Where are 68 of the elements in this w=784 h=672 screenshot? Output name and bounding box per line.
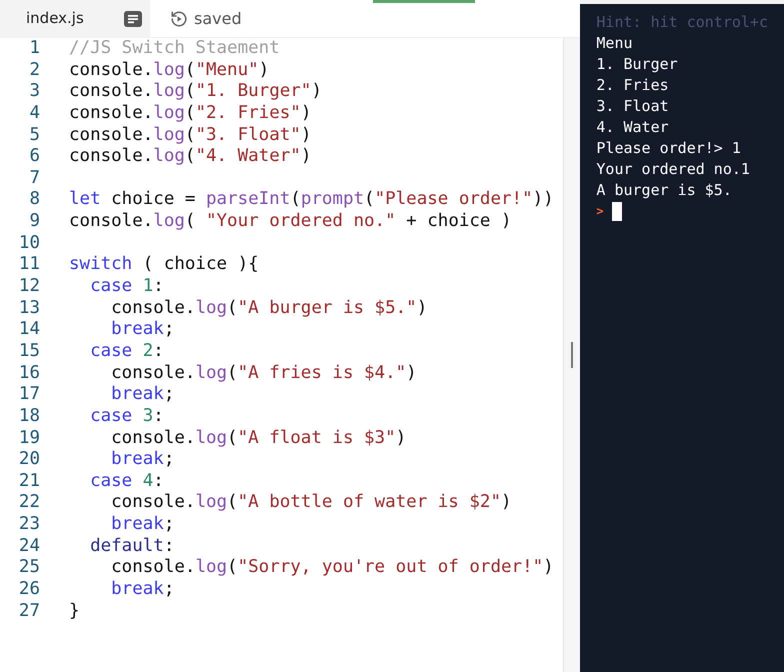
console-output-line: 4. Water xyxy=(596,117,670,138)
console-output-line: 3. Float xyxy=(596,96,670,117)
console-hint: Hint: hit control+c xyxy=(596,12,768,33)
code-line: console.log( "Your ordered no." + choice ) xyxy=(69,211,512,233)
line-number: 7 xyxy=(28,168,40,190)
text-cursor xyxy=(612,202,622,221)
line-number: 10 xyxy=(18,232,40,254)
line-number: 9 xyxy=(28,211,40,233)
code-line: console.log("3. Float") xyxy=(69,124,312,146)
code-line: break; xyxy=(110,384,174,406)
line-number: 11 xyxy=(18,254,40,276)
line-number: 18 xyxy=(18,406,40,428)
console-output-line: Menu xyxy=(596,33,634,54)
code-line: switch ( choice ){ xyxy=(69,254,259,276)
line-number: 12 xyxy=(18,276,40,298)
file-tab[interactable]: index.js xyxy=(0,0,150,37)
line-number: 19 xyxy=(18,428,40,450)
code-line: console.log("1. Burger") xyxy=(69,81,322,103)
code-line: console.log("Sorry, you're out of order!") xyxy=(110,557,554,580)
code-line: break; xyxy=(110,449,174,471)
code-line: console.log("A burger is $5.") xyxy=(110,298,428,320)
code-line: break; xyxy=(110,579,174,601)
code-line: case 4: xyxy=(89,470,164,492)
code-line: default: xyxy=(89,536,174,558)
line-number: 21 xyxy=(18,470,40,492)
line-number: 14 xyxy=(18,319,40,341)
prompt-symbol: > xyxy=(596,203,604,220)
history-icon xyxy=(170,10,188,28)
code-line: console.log("A float is $3") xyxy=(110,428,406,450)
code-line: console.log("A bottle of water is $2") xyxy=(110,492,512,514)
code-line: console.log("2. Fries") xyxy=(69,102,312,125)
line-number: 13 xyxy=(18,298,40,320)
code-line: case 1: xyxy=(89,276,164,298)
code-line: break; xyxy=(110,319,174,341)
line-number: 24 xyxy=(18,536,40,558)
line-number: 17 xyxy=(18,384,40,406)
line-number: 27 xyxy=(18,600,40,622)
code-line: case 2: xyxy=(89,340,164,363)
line-number: 2 xyxy=(28,60,40,82)
code-line: case 3: xyxy=(89,406,164,428)
document-icon[interactable] xyxy=(124,10,142,26)
line-number: 8 xyxy=(28,189,40,212)
resize-handle[interactable] xyxy=(571,342,574,368)
saved-status: saved xyxy=(194,8,242,30)
console-output-line: Your ordered no.1 xyxy=(596,159,751,180)
line-number: 16 xyxy=(18,362,40,384)
console-output-line: Please order!> 1 xyxy=(596,138,742,159)
line-number: 15 xyxy=(18,340,40,363)
line-number: 25 xyxy=(18,557,40,580)
line-number: 20 xyxy=(18,449,40,471)
line-number: 22 xyxy=(18,492,40,514)
code-line: //JS Switch Staement xyxy=(69,38,280,60)
line-number: 5 xyxy=(28,124,40,146)
code-line: console.log("Menu") xyxy=(69,60,270,82)
console-output-line: 1. Burger xyxy=(596,54,679,75)
code-line: console.log("A fries is $4.") xyxy=(110,362,417,384)
code-line: break; xyxy=(110,514,174,536)
console-output-line: 2. Fries xyxy=(596,75,670,96)
console-output-line: A burger is $5. xyxy=(596,180,733,201)
line-number: 4 xyxy=(28,102,40,125)
code-line: let choice = parseInt(prompt("Please order!")) xyxy=(69,189,554,212)
line-number: 6 xyxy=(28,146,40,168)
line-number: 23 xyxy=(18,514,40,536)
line-number: 3 xyxy=(28,81,40,103)
code-line: } xyxy=(69,600,80,622)
line-number: 26 xyxy=(18,579,40,601)
line-number: 1 xyxy=(28,38,40,60)
code-line: console.log("4. Water") xyxy=(69,146,312,168)
